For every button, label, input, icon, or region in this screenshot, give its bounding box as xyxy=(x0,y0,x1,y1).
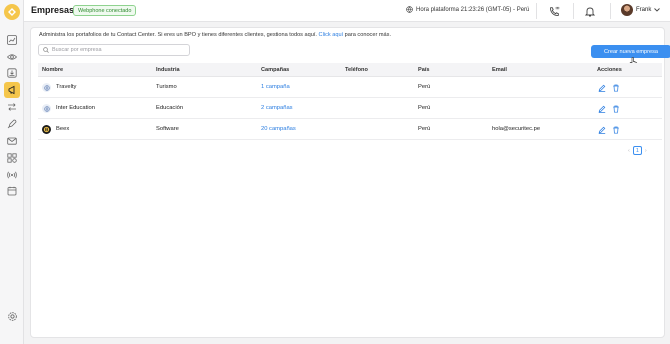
table-row: Beex Software 20 campañas Perú hola@secu… xyxy=(38,120,662,140)
column-header-actions: Acciones xyxy=(597,67,622,73)
column-header-country: País xyxy=(418,67,430,73)
company-email: hola@securitec.pe xyxy=(492,126,541,132)
header-divider xyxy=(536,3,537,19)
page-number-button[interactable]: 1 xyxy=(632,146,642,155)
company-avatar-icon xyxy=(42,83,51,92)
clock-text: Hora plataforma 21:23:26 (GMT-05) - Perú xyxy=(416,6,530,13)
sidebar xyxy=(0,0,24,344)
calendar-icon[interactable] xyxy=(5,184,19,198)
company-name: Inter Education xyxy=(56,105,95,111)
table-row: Travelty Turismo 1 campaña Perú xyxy=(38,78,662,98)
search-icon xyxy=(43,47,49,53)
inbox-icon[interactable] xyxy=(5,66,19,80)
arrows-exchange-icon[interactable] xyxy=(5,100,19,114)
company-logo-icon xyxy=(42,125,51,134)
company-industry: Turismo xyxy=(156,84,177,90)
table-header: Nombre Industria Campañas Teléfono País … xyxy=(38,63,662,77)
search-box[interactable] xyxy=(38,44,190,56)
page-description: Administra los portafolios de tu Contact… xyxy=(39,32,391,38)
globe-icon xyxy=(406,6,413,13)
header-divider xyxy=(610,3,611,19)
chevron-down-icon xyxy=(654,8,661,12)
companies-panel: Administra los portafolios de tu Contact… xyxy=(30,27,670,338)
edit-icon[interactable] xyxy=(597,83,606,92)
company-avatar-icon xyxy=(42,104,51,113)
column-header-name: Nombre xyxy=(42,67,64,73)
user-menu[interactable]: Frank xyxy=(621,4,661,16)
column-header-email: Email xyxy=(492,67,507,73)
app-logo[interactable] xyxy=(4,4,20,20)
bell-icon[interactable] xyxy=(583,4,597,18)
trash-icon[interactable] xyxy=(611,125,620,134)
search-input[interactable] xyxy=(52,47,182,53)
trash-icon[interactable] xyxy=(611,104,620,113)
prev-page-icon[interactable]: ‹ xyxy=(628,148,630,154)
description-text: Administra los portafolios de tu Contact… xyxy=(39,32,317,38)
top-header: Empresas Webphone conectado Hora platafo… xyxy=(24,0,670,22)
company-name: Beex xyxy=(56,126,70,132)
edit-icon[interactable] xyxy=(597,125,606,134)
megaphone-icon[interactable] xyxy=(4,82,20,98)
column-header-campaigns: Campañas xyxy=(261,67,290,73)
company-industry: Educación xyxy=(156,105,184,111)
user-name: Frank xyxy=(636,7,652,13)
company-campaigns-link[interactable]: 20 campañas xyxy=(261,126,296,132)
phone-dialpad-icon[interactable] xyxy=(547,4,561,18)
company-industry: Software xyxy=(156,126,179,132)
company-campaigns-link[interactable]: 1 campaña xyxy=(261,84,290,90)
company-campaigns-link[interactable]: 2 campañas xyxy=(261,105,293,111)
click-here-link[interactable]: Click aquí xyxy=(319,32,344,38)
avatar xyxy=(621,4,633,16)
pagination: ‹ 1 › xyxy=(628,146,647,155)
platform-clock: Hora plataforma 21:23:26 (GMT-05) - Perú xyxy=(406,6,529,13)
webphone-status-badge: Webphone conectado xyxy=(73,5,137,16)
chart-line-icon[interactable] xyxy=(5,33,19,47)
rocket-icon[interactable] xyxy=(5,117,19,131)
company-country: Perú xyxy=(418,105,431,111)
mail-icon[interactable] xyxy=(5,134,19,148)
page-title: Empresas xyxy=(31,5,75,15)
company-country: Perú xyxy=(418,126,431,132)
eye-icon[interactable] xyxy=(5,50,19,64)
header-divider xyxy=(573,3,574,19)
company-country: Perú xyxy=(418,84,431,90)
apps-grid-icon[interactable] xyxy=(5,151,19,165)
edit-icon[interactable] xyxy=(597,104,606,113)
next-page-icon[interactable]: › xyxy=(645,148,647,154)
column-header-phone: Teléfono xyxy=(345,67,368,73)
settings-icon[interactable] xyxy=(5,309,19,323)
description-end-text: para conocer más. xyxy=(344,32,391,38)
broadcast-icon[interactable] xyxy=(5,168,19,182)
trash-icon[interactable] xyxy=(611,83,620,92)
column-header-industry: Industria xyxy=(156,67,180,73)
table-row: Inter Education Educación 2 campañas Per… xyxy=(38,99,662,119)
company-name: Travelty xyxy=(56,84,77,90)
